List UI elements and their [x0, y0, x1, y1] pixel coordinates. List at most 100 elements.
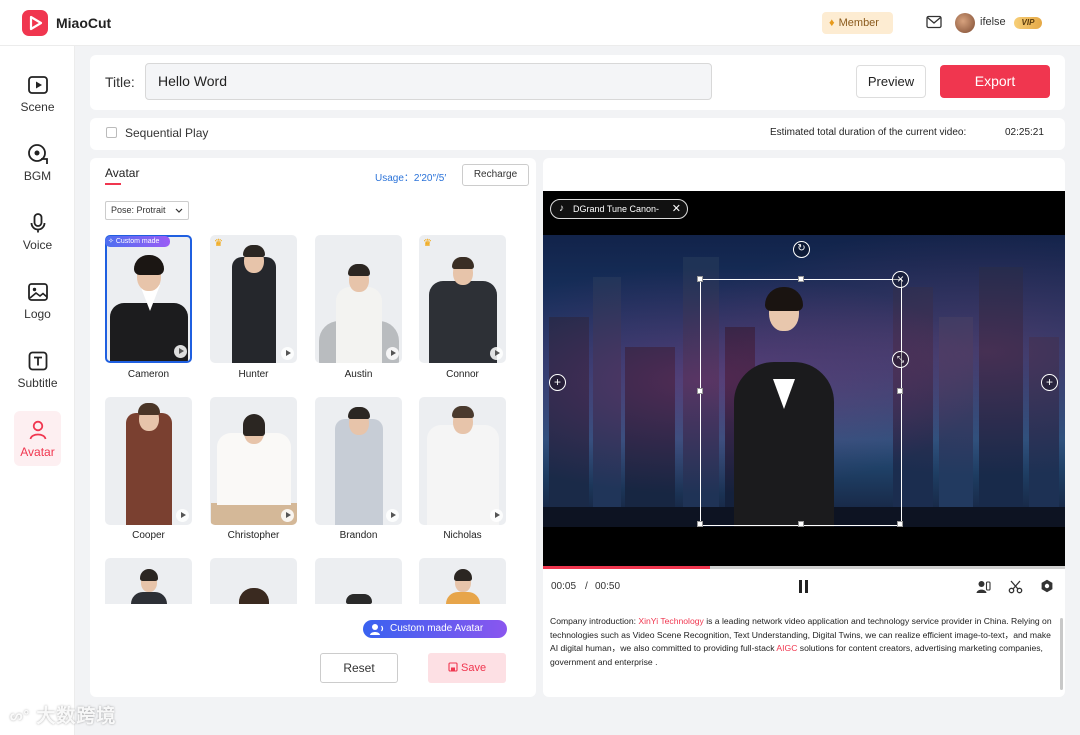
title-input[interactable]: Hello Word	[145, 63, 712, 100]
username[interactable]: ifelse	[980, 16, 1006, 28]
pause-icon[interactable]	[798, 580, 810, 593]
close-icon[interactable]: ×	[892, 271, 909, 288]
save-label: Save	[460, 662, 487, 674]
progress-fill	[543, 566, 711, 569]
avatar-name: Hunter	[238, 369, 269, 380]
music-chip[interactable]: ♪ DGrand Tune Canon- ✕	[550, 199, 688, 219]
watermark-text: 大数跨境	[36, 706, 117, 727]
play-icon[interactable]	[386, 509, 399, 522]
resize-handle[interactable]	[697, 276, 703, 282]
user-avatar[interactable]	[955, 13, 975, 33]
avatar-name: Cameron	[127, 369, 170, 380]
script-highlight: AIGC	[776, 643, 798, 653]
sidebar-item-scene[interactable]: Scene	[14, 66, 61, 121]
add-left-icon[interactable]: +	[549, 374, 566, 391]
avatar-name: Nicholas	[443, 530, 482, 541]
active-tab-indicator	[105, 183, 121, 185]
custom-made-label: Custom made	[115, 238, 160, 245]
custom-made-avatar-button[interactable]: Custom made Avatar	[363, 620, 507, 638]
avatar-name: Brandon	[339, 530, 378, 541]
avatar-name: Connor	[446, 369, 479, 380]
reset-button[interactable]: Reset	[320, 653, 398, 683]
sequential-play-label[interactable]: Sequential Play	[125, 126, 208, 140]
app-name: MiaoCut	[56, 15, 112, 31]
avatar-card-nicholas[interactable]	[419, 397, 506, 525]
resize-handle[interactable]	[897, 521, 903, 527]
sidebar-item-label: Subtitle	[17, 375, 58, 390]
avatar-card-austin[interactable]	[315, 235, 402, 363]
avatar-card-cooper[interactable]	[105, 397, 192, 525]
image-icon	[27, 282, 48, 301]
avatar-card-brandon[interactable]	[315, 397, 402, 525]
music-title: DGrand Tune Canon-	[573, 204, 660, 214]
duration-label: Estimated total duration of the current …	[770, 127, 967, 138]
avatar-card[interactable]	[210, 558, 297, 604]
music-note-icon: ♪	[559, 203, 564, 214]
pose-select[interactable]: Pose: Protrait	[105, 201, 189, 220]
duration-value: 02:25:21	[1005, 127, 1044, 138]
avatar-selection-box[interactable]	[697, 276, 903, 527]
mail-icon[interactable]	[926, 15, 942, 29]
resize-handle[interactable]	[697, 521, 703, 527]
sidebar-item-avatar[interactable]: Avatar	[14, 411, 61, 466]
play-icon[interactable]	[490, 347, 503, 360]
scale-icon[interactable]: ⤡	[892, 351, 909, 368]
avatar-card[interactable]	[105, 558, 192, 604]
avatar-name: Austin	[344, 369, 373, 380]
scissors-icon[interactable]	[1008, 579, 1023, 594]
tab-avatar[interactable]: Avatar	[105, 166, 139, 180]
preview-button[interactable]: Preview	[856, 65, 926, 98]
avatar-card[interactable]	[315, 558, 402, 604]
resize-handle[interactable]	[697, 388, 703, 394]
save-icon	[448, 662, 458, 672]
crown-icon: ♛	[423, 238, 432, 249]
close-icon[interactable]: ✕	[672, 200, 681, 218]
top-bar	[0, 0, 1080, 46]
sidebar-item-voice[interactable]: Voice	[14, 204, 61, 259]
diamond-icon: ♦	[829, 17, 835, 29]
avatar-card-connor[interactable]	[419, 235, 506, 363]
person-icon	[29, 420, 46, 439]
recharge-button[interactable]: Recharge	[462, 164, 529, 186]
settings-icon[interactable]	[1040, 579, 1054, 593]
text-box-icon	[28, 351, 47, 370]
music-disc-icon	[27, 143, 48, 164]
play-icon[interactable]	[174, 345, 187, 358]
play-icon[interactable]	[281, 347, 294, 360]
avatar-card-hunter[interactable]	[210, 235, 297, 363]
vip-badge: VIP	[1014, 17, 1042, 29]
avatar-toggle-icon[interactable]	[976, 579, 991, 594]
resize-handle[interactable]	[798, 521, 804, 527]
avatar-card-christopher[interactable]	[210, 397, 297, 525]
script-scrollbar[interactable]	[1060, 618, 1063, 690]
sidebar-item-label: Avatar	[20, 444, 55, 459]
avatar-name: Cooper	[132, 530, 165, 541]
user-voice-icon	[370, 624, 384, 635]
chevron-down-icon	[175, 208, 183, 213]
pose-select-value: Pose: Protrait	[111, 205, 166, 215]
sidebar-item-logo[interactable]: Logo	[14, 273, 61, 328]
title-label: Title:	[105, 74, 135, 90]
avatar-card[interactable]	[419, 558, 506, 604]
resize-handle[interactable]	[897, 388, 903, 394]
play-icon[interactable]	[386, 347, 399, 360]
member-button[interactable]: ♦ Member	[822, 12, 893, 34]
add-right-icon[interactable]: +	[1041, 374, 1058, 391]
play-icon[interactable]	[490, 509, 503, 522]
script-text[interactable]: Company introduction: XinYi Technology i…	[550, 615, 1056, 669]
resize-handle[interactable]	[798, 276, 804, 282]
export-button[interactable]: Export	[940, 65, 1050, 98]
sidebar-item-bgm[interactable]: BGM	[14, 135, 61, 190]
play-icon[interactable]	[281, 509, 294, 522]
custom-made-badge: ✧ Custom made	[105, 236, 170, 247]
script-highlight: XinYi Technology	[638, 616, 704, 626]
sequential-play-checkbox[interactable]	[106, 127, 117, 138]
app-logo-icon	[22, 10, 48, 36]
custom-made-avatar-label: Custom made Avatar	[390, 623, 484, 634]
avatar-card-cameron[interactable]	[105, 235, 192, 363]
sidebar-item-subtitle[interactable]: Subtitle	[14, 342, 61, 397]
sidebar-item-label: Logo	[24, 306, 51, 321]
play-icon[interactable]	[176, 509, 189, 522]
save-button[interactable]: Save	[428, 653, 506, 683]
rotate-icon[interactable]: ↻	[793, 241, 810, 258]
